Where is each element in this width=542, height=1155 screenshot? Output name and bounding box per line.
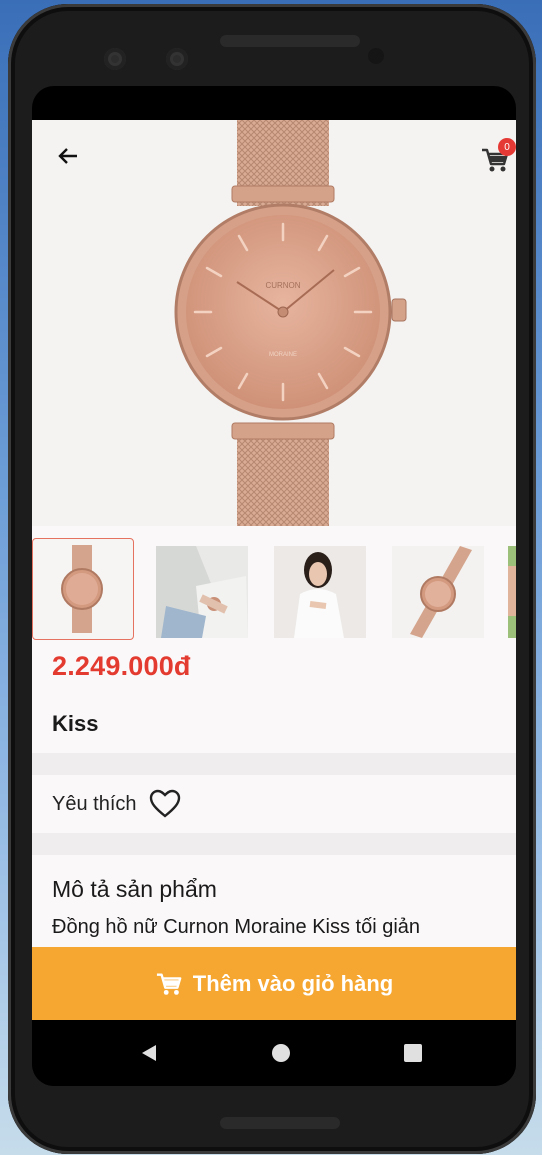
earpiece-speaker — [220, 35, 360, 47]
thumbnail-2[interactable] — [156, 546, 248, 638]
nav-home-icon — [272, 1044, 290, 1062]
product-name: Kiss — [52, 711, 99, 736]
phone-frame: CURNON MORAINE 0 2.249.000đ Kiss Yêu thí… — [8, 4, 536, 1154]
svg-text:MORAINE: MORAINE — [269, 352, 297, 358]
favorite-row: Yêu thích — [32, 775, 516, 833]
front-camera — [104, 48, 126, 70]
arrow-left-icon — [58, 148, 77, 164]
nav-home-button[interactable] — [266, 1038, 296, 1068]
product-detail-page: CURNON MORAINE 0 2.249.000đ Kiss Yêu thí… — [32, 120, 516, 1020]
thumbnail-5[interactable] — [508, 546, 516, 638]
proximity-sensor — [368, 48, 384, 64]
nav-recents-button[interactable] — [398, 1038, 428, 1068]
heart-outline-icon[interactable] — [149, 789, 181, 819]
cart-count-badge: 0 — [498, 138, 516, 156]
thumbnail-strip — [32, 538, 516, 644]
section-divider — [32, 833, 516, 855]
section-divider — [32, 753, 516, 775]
thumbnail-4[interactable] — [392, 546, 484, 638]
cart-button[interactable]: 0 — [476, 138, 516, 178]
front-sensor — [166, 48, 188, 70]
thumbnail-3[interactable] — [274, 546, 366, 638]
add-to-cart-button[interactable]: Thêm vào giỏ hàng — [32, 947, 516, 1020]
system-nav-bar — [32, 1020, 516, 1086]
nav-back-button[interactable] — [134, 1038, 164, 1068]
description-title: Mô tả sản phẩm — [52, 876, 217, 902]
shopping-cart-icon — [156, 973, 182, 995]
thumbnail-1[interactable] — [32, 538, 134, 640]
product-hero-image: CURNON MORAINE 0 — [32, 120, 516, 526]
add-to-cart-label: Thêm vào giỏ hàng — [192, 970, 394, 996]
svg-text:CURNON: CURNON — [265, 281, 300, 290]
screen: CURNON MORAINE 0 2.249.000đ Kiss Yêu thí… — [32, 86, 516, 1086]
bottom-speaker — [220, 1117, 340, 1129]
product-price: 2.249.000đ — [52, 651, 191, 681]
nav-back-icon — [142, 1045, 156, 1061]
favorite-label: Yêu thích — [52, 792, 137, 815]
nav-recents-icon — [404, 1044, 422, 1062]
back-button[interactable] — [50, 138, 86, 174]
watch-illustration: CURNON MORAINE — [174, 120, 407, 526]
